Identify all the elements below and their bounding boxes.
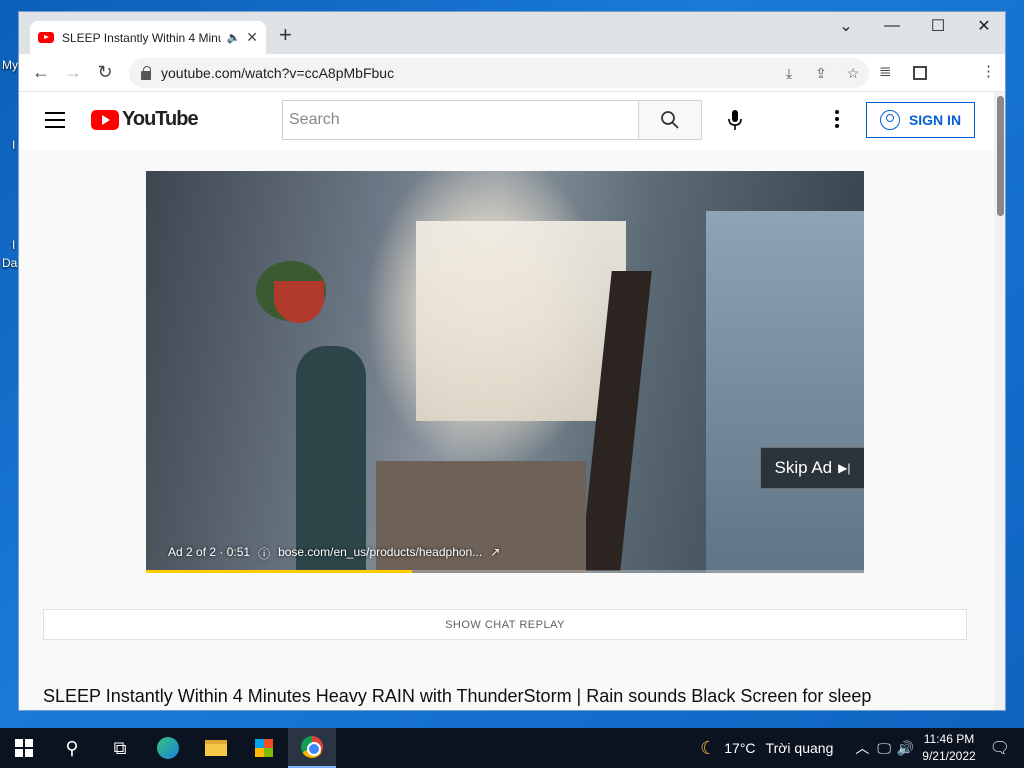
- video-scene-pot: [274, 281, 324, 323]
- edge-browser-icon[interactable]: [144, 728, 192, 768]
- share-icon[interactable]: ⇪: [805, 65, 837, 82]
- youtube-logo[interactable]: YouTube: [91, 108, 199, 131]
- microphone-icon: [728, 110, 742, 130]
- external-link-icon[interactable]: ↗: [490, 545, 500, 562]
- clock[interactable]: 11:46 PM 9/21/2022: [922, 731, 975, 765]
- system-tray: ☾ 17°C Trời quang ︿ 🖵 🔊 11:46 PM 9/21/20…: [700, 728, 1024, 768]
- video-scene-door: [706, 211, 864, 573]
- reload-button[interactable]: ↻: [89, 62, 121, 83]
- clock-time: 11:46 PM: [923, 732, 975, 746]
- skip-next-icon: ▶|: [838, 461, 851, 475]
- chrome-icon: [301, 736, 323, 758]
- back-button[interactable]: ←: [25, 62, 57, 83]
- chevron-up-icon[interactable]: ︿: [855, 738, 869, 758]
- new-tab-button[interactable]: +: [279, 24, 292, 46]
- task-view-icon[interactable]: ⧉: [96, 728, 144, 768]
- youtube-play-icon: [91, 109, 119, 130]
- media-control-icon[interactable]: ≣: [879, 62, 892, 80]
- title-bar: SLEEP Instantly Within 4 Minutes Heavy R…: [19, 12, 1005, 54]
- video-scene-window: [416, 221, 626, 421]
- search-button[interactable]: [638, 100, 702, 140]
- voice-search-button[interactable]: [715, 100, 755, 140]
- microsoft-store-icon[interactable]: [240, 728, 288, 768]
- user-circle-icon: [879, 110, 900, 130]
- tab-search-dropdown-icon[interactable]: ⌄: [823, 12, 869, 40]
- youtube-logo-text: YouTube: [122, 108, 199, 130]
- youtube-page: YouTube Search SIGN IN Skip Ad ▶| Ad 2 o…: [19, 92, 994, 710]
- skip-ad-button[interactable]: Skip Ad ▶|: [760, 447, 864, 489]
- lock-icon[interactable]: [141, 65, 151, 80]
- clock-date: 9/21/2022: [922, 749, 976, 763]
- weather-text[interactable]: Trời quang: [766, 740, 834, 756]
- forward-button[interactable]: →: [57, 62, 89, 83]
- ad-counter: Ad 2 of 2 · 0:51: [168, 545, 251, 559]
- ad-progress-fill: [146, 570, 412, 573]
- volume-icon[interactable]: 🔊: [897, 740, 914, 757]
- desktop-icon-label[interactable]: Da: [2, 256, 17, 270]
- install-app-icon[interactable]: ⤓: [773, 65, 805, 82]
- browser-toolbar: ← → ↻ youtube.com/watch?v=ccA8pMbFbuc ⤓ …: [19, 54, 1005, 92]
- browser-menu-icon[interactable]: ⋮: [981, 62, 996, 80]
- address-bar[interactable]: youtube.com/watch?v=ccA8pMbFbuc ⤓ ⇪ ☆: [129, 58, 869, 88]
- bookmark-star-icon[interactable]: ☆: [837, 65, 869, 82]
- speaker-icon[interactable]: 🔈: [227, 31, 241, 44]
- search-input[interactable]: Search: [282, 100, 639, 140]
- sign-in-label: SIGN IN: [908, 112, 962, 128]
- desktop-icon-label[interactable]: My: [2, 58, 18, 72]
- menu-hamburger-icon[interactable]: [45, 112, 65, 133]
- settings-more-icon[interactable]: [835, 110, 839, 131]
- search-taskbar-icon[interactable]: ⚲: [48, 728, 96, 768]
- close-window-button[interactable]: ✕: [961, 12, 1005, 40]
- browser-window: SLEEP Instantly Within 4 Minutes Heavy R…: [18, 11, 1006, 711]
- windows-logo-icon: [15, 739, 33, 757]
- start-button[interactable]: [0, 728, 48, 768]
- youtube-header: YouTube Search SIGN IN: [19, 92, 994, 150]
- file-explorer-icon[interactable]: [192, 728, 240, 768]
- skip-ad-label: Skip Ad: [774, 458, 833, 477]
- chrome-taskbar-icon[interactable]: [288, 728, 336, 768]
- side-panel-icon[interactable]: [913, 66, 927, 80]
- desktop-icon-label[interactable]: I: [12, 138, 15, 152]
- video-title: SLEEP Instantly Within 4 Minutes Heavy R…: [43, 686, 872, 706]
- video-scene-person: [296, 346, 366, 573]
- maximize-button[interactable]: ☐: [915, 12, 961, 40]
- browser-tab[interactable]: SLEEP Instantly Within 4 Minutes Heavy R…: [30, 21, 266, 54]
- search-icon: [661, 111, 679, 129]
- video-player[interactable]: Skip Ad ▶| Ad 2 of 2 · 0:51 ⓘ bose.com/e…: [146, 171, 864, 573]
- sign-in-button[interactable]: SIGN IN: [866, 102, 975, 138]
- ad-link[interactable]: bose.com/en_us/products/headphon...: [278, 545, 482, 562]
- page-scrollbar[interactable]: [994, 92, 1005, 710]
- taskbar: ⚲ ⧉ ☾ 17°C Trời quang ︿ 🖵 🔊 11:46 PM 9/2…: [0, 728, 1024, 768]
- ad-progress-bar[interactable]: [146, 570, 864, 573]
- weather-temp[interactable]: 17°C: [724, 740, 755, 756]
- network-icon[interactable]: 🖵: [877, 740, 891, 757]
- youtube-favicon-icon: [38, 32, 54, 43]
- show-chat-replay-button[interactable]: SHOW CHAT REPLAY: [43, 609, 967, 640]
- info-icon[interactable]: ⓘ: [258, 545, 270, 562]
- notification-icon[interactable]: 🗨: [990, 738, 1010, 758]
- scrollbar-thumb[interactable]: [997, 96, 1004, 216]
- tab-title: SLEEP Instantly Within 4 Minutes Heavy R…: [62, 30, 221, 45]
- desktop-icon-label[interactable]: I: [12, 238, 15, 252]
- minimize-button[interactable]: —: [869, 12, 915, 40]
- ad-info-bar: Ad 2 of 2 · 0:51 ⓘ bose.com/en_us/produc…: [168, 545, 500, 562]
- tab-close-icon[interactable]: ✕: [246, 29, 258, 46]
- url-text[interactable]: youtube.com/watch?v=ccA8pMbFbuc: [161, 65, 773, 81]
- moon-weather-icon[interactable]: ☾: [700, 738, 716, 759]
